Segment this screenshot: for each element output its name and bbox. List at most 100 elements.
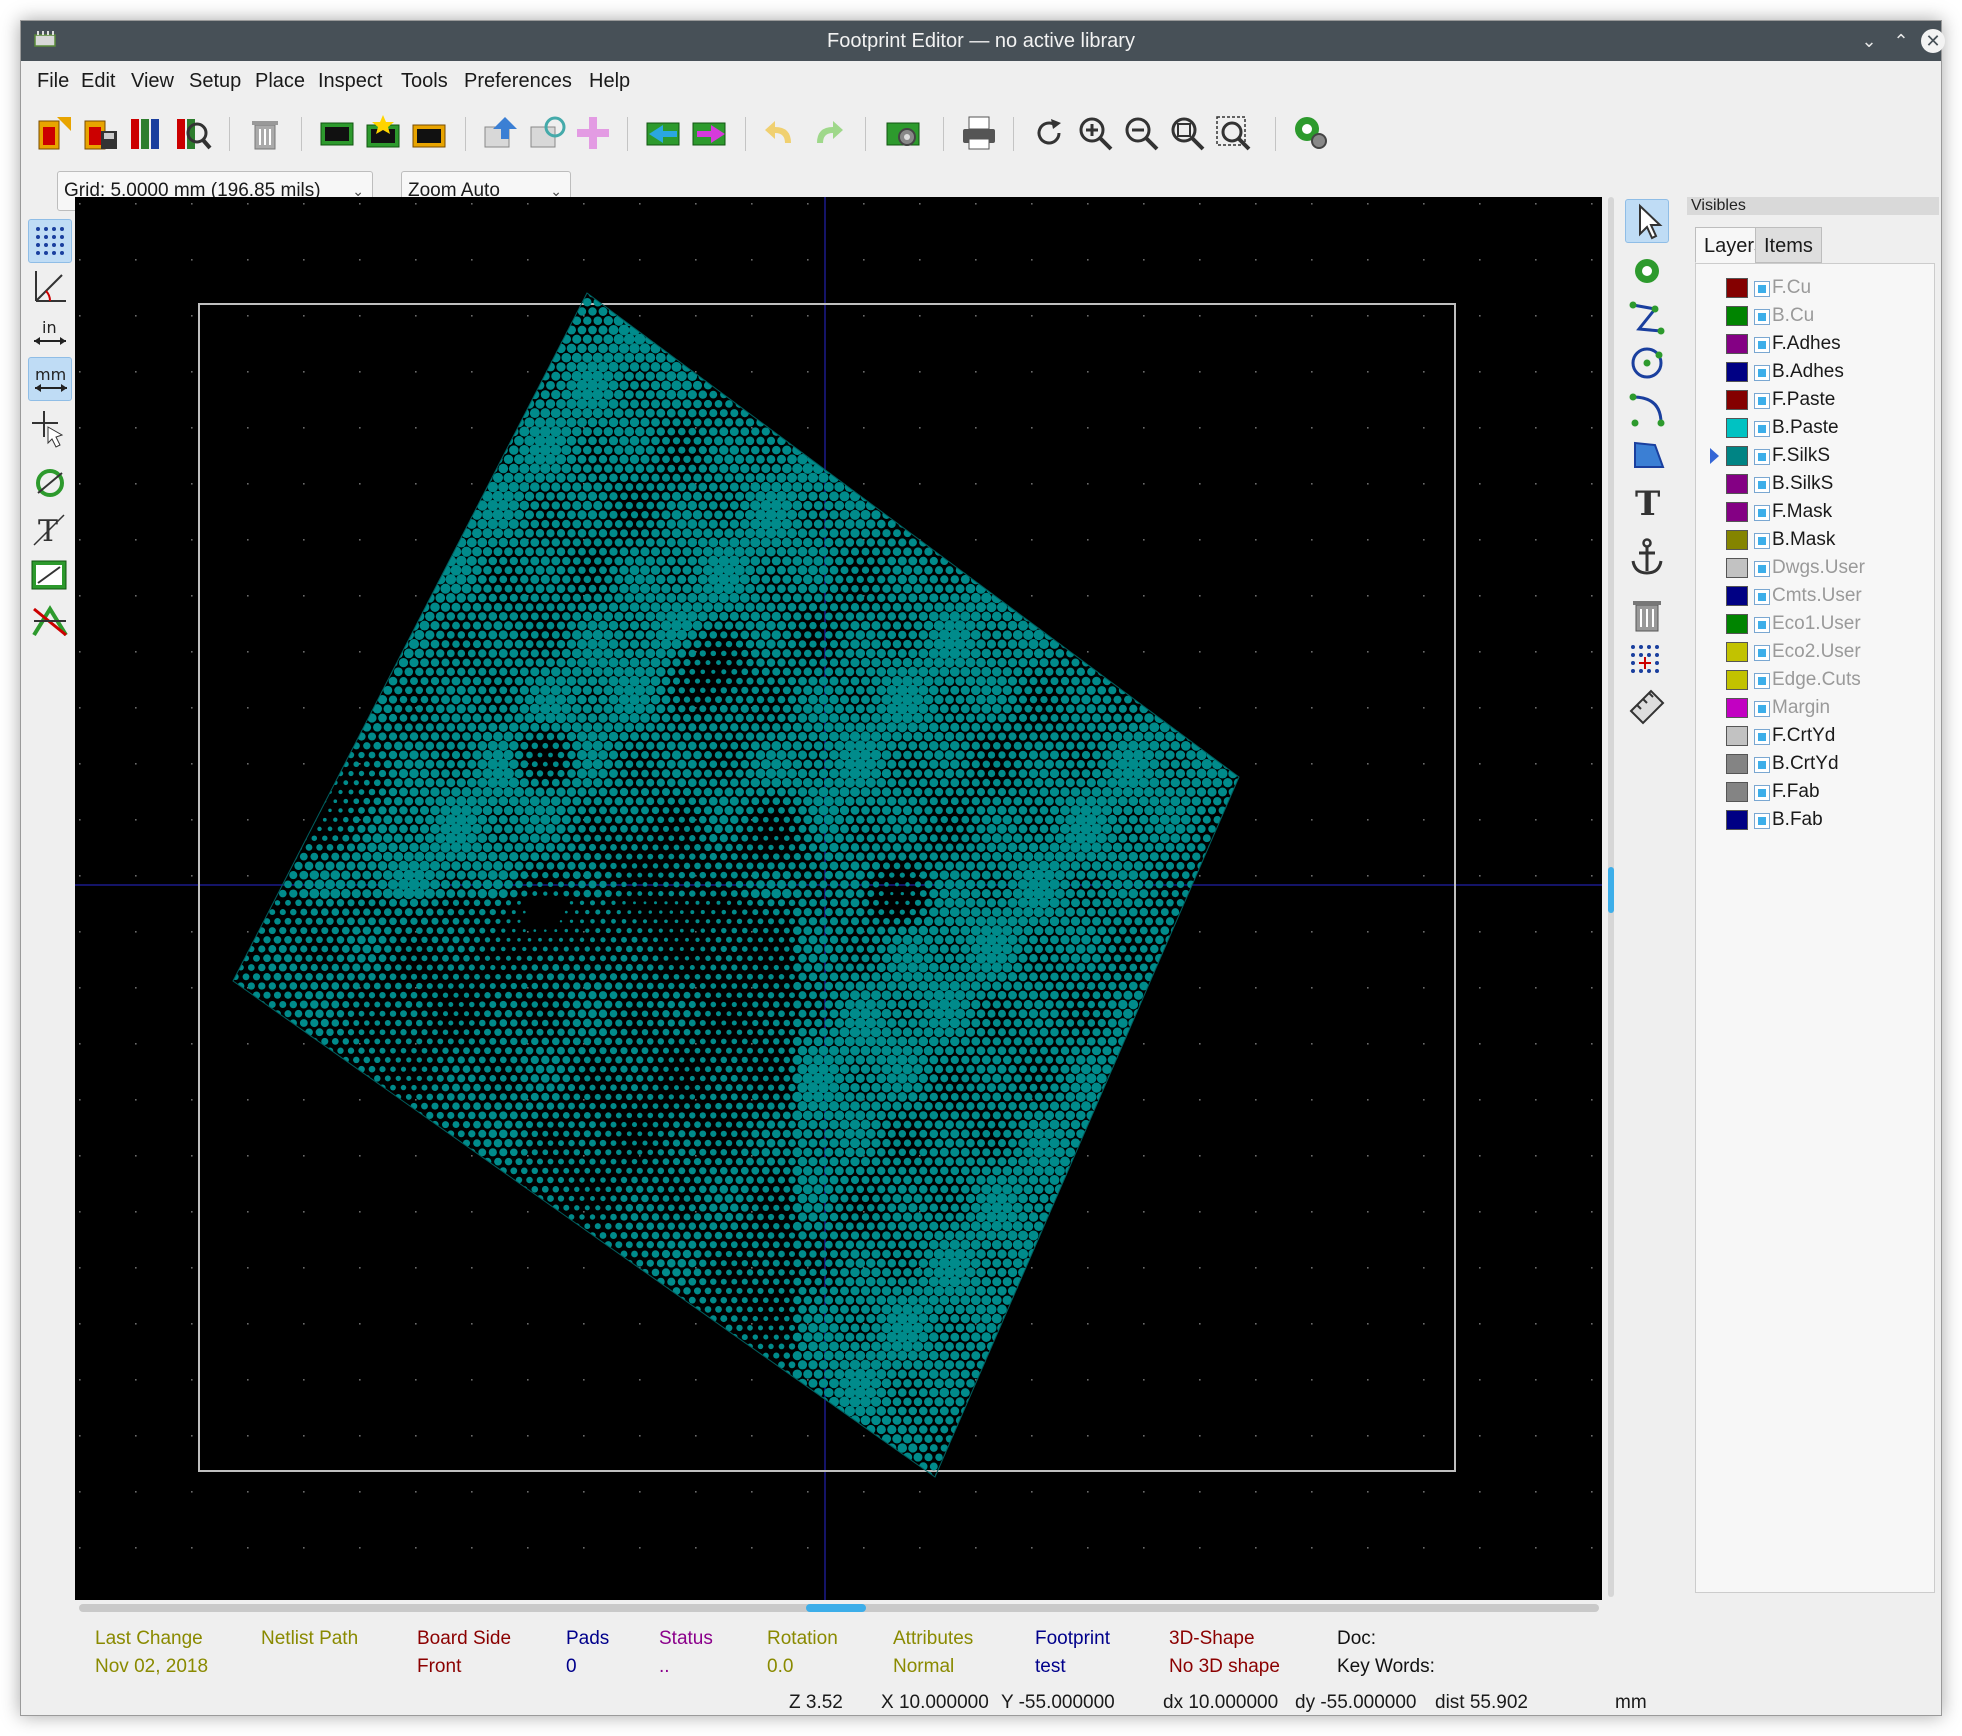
layer-visibility-checkbox[interactable] bbox=[1754, 589, 1770, 605]
layer-row[interactable]: Eco1.User bbox=[1696, 610, 1936, 638]
load-footprint-icon[interactable] bbox=[409, 113, 449, 153]
load-module-icon[interactable] bbox=[643, 113, 683, 153]
layer-color-swatch[interactable] bbox=[1726, 754, 1748, 774]
layer-color-swatch[interactable] bbox=[1726, 670, 1748, 690]
layer-visibility-checkbox[interactable] bbox=[1754, 421, 1770, 437]
pad-sketch-button[interactable] bbox=[28, 461, 72, 505]
layer-color-swatch[interactable] bbox=[1726, 502, 1748, 522]
add-arc-tool-button[interactable] bbox=[1625, 387, 1669, 431]
tab-items[interactable]: Items bbox=[1755, 227, 1822, 263]
library-browser-icon[interactable] bbox=[127, 113, 167, 153]
layer-row[interactable]: F.Cu bbox=[1696, 274, 1936, 302]
layer-color-swatch[interactable] bbox=[1726, 726, 1748, 746]
layer-row[interactable]: Eco2.User bbox=[1696, 638, 1936, 666]
layer-row[interactable]: Dwgs.User bbox=[1696, 554, 1936, 582]
print-icon[interactable] bbox=[959, 113, 999, 153]
layer-row[interactable]: F.CrtYd bbox=[1696, 722, 1936, 750]
undo-icon[interactable] bbox=[761, 113, 801, 153]
layer-name[interactable]: F.SilkS bbox=[1772, 442, 1830, 470]
layer-color-swatch[interactable] bbox=[1726, 474, 1748, 494]
zoom-selection-icon[interactable] bbox=[1213, 113, 1253, 153]
layer-color-swatch[interactable] bbox=[1726, 390, 1748, 410]
layer-visibility-checkbox[interactable] bbox=[1754, 393, 1770, 409]
zoom-fit-icon[interactable] bbox=[1167, 113, 1207, 153]
inspect-library-icon[interactable] bbox=[173, 113, 213, 153]
layer-name[interactable]: B.Fab bbox=[1772, 806, 1823, 834]
layer-row[interactable]: B.Fab bbox=[1696, 806, 1936, 834]
minimize-icon[interactable]: ⌄ bbox=[1857, 29, 1881, 53]
layer-row[interactable]: F.Paste bbox=[1696, 386, 1936, 414]
3d-viewer-icon[interactable] bbox=[1291, 113, 1331, 153]
layer-name[interactable]: Cmts.User bbox=[1772, 582, 1862, 610]
layer-visibility-checkbox[interactable] bbox=[1754, 729, 1770, 745]
text-sketch-button[interactable]: T bbox=[28, 507, 72, 551]
layer-visibility-checkbox[interactable] bbox=[1754, 533, 1770, 549]
layer-name[interactable]: F.Fab bbox=[1772, 778, 1820, 806]
layer-color-swatch[interactable] bbox=[1726, 334, 1748, 354]
layer-name[interactable]: Edge.Cuts bbox=[1772, 666, 1861, 694]
layer-color-swatch[interactable] bbox=[1726, 614, 1748, 634]
layer-color-swatch[interactable] bbox=[1726, 278, 1748, 298]
load-from-board-icon[interactable] bbox=[317, 113, 357, 153]
layer-row[interactable]: B.SilkS bbox=[1696, 470, 1936, 498]
layer-visibility-checkbox[interactable] bbox=[1754, 337, 1770, 353]
delete-tool-button[interactable] bbox=[1625, 593, 1669, 637]
grid-toggle-button[interactable] bbox=[28, 219, 72, 263]
redo-icon[interactable] bbox=[807, 113, 847, 153]
menu-place[interactable]: Place bbox=[255, 61, 305, 101]
layer-row[interactable]: B.CrtYd bbox=[1696, 750, 1936, 778]
layer-name[interactable]: Eco1.User bbox=[1772, 610, 1861, 638]
import-icon[interactable] bbox=[481, 113, 521, 153]
new-footprint-icon[interactable] bbox=[35, 113, 75, 153]
layer-row[interactable]: F.Mask bbox=[1696, 498, 1936, 526]
layer-name[interactable]: F.Cu bbox=[1772, 274, 1811, 302]
inch-units-button[interactable]: in bbox=[28, 311, 72, 355]
layer-color-swatch[interactable] bbox=[1726, 642, 1748, 662]
layer-color-swatch[interactable] bbox=[1726, 418, 1748, 438]
layer-visibility-checkbox[interactable] bbox=[1754, 673, 1770, 689]
maximize-icon[interactable]: ⌃ bbox=[1889, 29, 1913, 53]
layer-color-swatch[interactable] bbox=[1726, 810, 1748, 830]
zoom-out-icon[interactable] bbox=[1121, 113, 1161, 153]
layer-visibility-checkbox[interactable] bbox=[1754, 281, 1770, 297]
layer-visibility-checkbox[interactable] bbox=[1754, 309, 1770, 325]
add-pad-tool-button[interactable] bbox=[1625, 249, 1669, 293]
layer-name[interactable]: Eco2.User bbox=[1772, 638, 1861, 666]
zoom-in-icon[interactable] bbox=[1075, 113, 1115, 153]
layer-row[interactable]: F.Adhes bbox=[1696, 330, 1936, 358]
add-pad-icon[interactable] bbox=[573, 113, 613, 153]
layer-row[interactable]: B.Cu bbox=[1696, 302, 1936, 330]
menu-edit[interactable]: Edit bbox=[81, 61, 115, 101]
layer-name[interactable]: Dwgs.User bbox=[1772, 554, 1865, 582]
vertical-scroll-thumb[interactable] bbox=[1608, 867, 1614, 913]
insert-into-board-icon[interactable] bbox=[363, 113, 403, 153]
measure-tool-button[interactable] bbox=[1625, 685, 1669, 729]
layer-name[interactable]: B.Cu bbox=[1772, 302, 1814, 330]
layer-name[interactable]: Margin bbox=[1772, 694, 1830, 722]
menu-tools[interactable]: Tools bbox=[401, 61, 448, 101]
mm-units-button[interactable]: mm bbox=[28, 357, 72, 401]
menu-setup[interactable]: Setup bbox=[189, 61, 241, 101]
menu-view[interactable]: View bbox=[131, 61, 174, 101]
layer-visibility-checkbox[interactable] bbox=[1754, 785, 1770, 801]
delete-icon[interactable] bbox=[245, 113, 285, 153]
add-line-tool-button[interactable] bbox=[1625, 295, 1669, 339]
high-contrast-button[interactable] bbox=[28, 599, 72, 643]
layer-row[interactable]: B.Mask bbox=[1696, 526, 1936, 554]
layer-color-swatch[interactable] bbox=[1726, 558, 1748, 578]
horizontal-scrollbar[interactable] bbox=[79, 1604, 1599, 1612]
layer-name[interactable]: F.Mask bbox=[1772, 498, 1832, 526]
add-polygon-tool-button[interactable] bbox=[1625, 433, 1669, 477]
footprint-canvas[interactable] bbox=[75, 197, 1602, 1600]
layer-visibility-checkbox[interactable] bbox=[1754, 645, 1770, 661]
layer-color-swatch[interactable] bbox=[1726, 446, 1748, 466]
drawing-canvas[interactable] bbox=[75, 197, 1602, 1600]
layer-row[interactable]: F.SilkS bbox=[1696, 442, 1936, 470]
close-icon[interactable]: ✕ bbox=[1921, 29, 1945, 53]
redraw-icon[interactable] bbox=[1029, 113, 1069, 153]
layer-row[interactable]: Edge.Cuts bbox=[1696, 666, 1936, 694]
layer-color-swatch[interactable] bbox=[1726, 530, 1748, 550]
cursor-shape-button[interactable] bbox=[28, 407, 72, 451]
layer-row[interactable]: F.Fab bbox=[1696, 778, 1936, 806]
polar-coords-button[interactable] bbox=[28, 265, 72, 309]
